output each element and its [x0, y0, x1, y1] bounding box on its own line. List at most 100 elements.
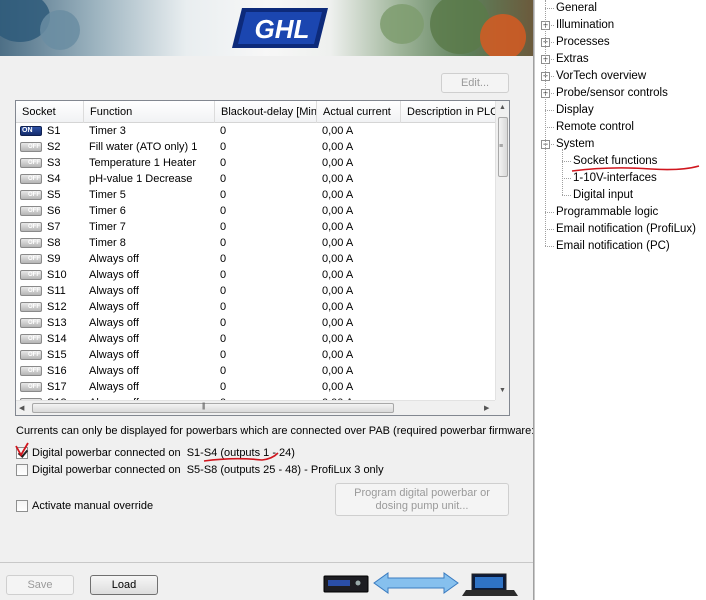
blackout-delay-cell[interactable]: 0 — [215, 299, 317, 315]
manual-override-checkbox[interactable] — [16, 500, 28, 512]
socket-toggle[interactable]: OFF — [20, 142, 42, 152]
description-cell[interactable] — [401, 203, 496, 219]
function-cell[interactable]: Timer 8 — [84, 235, 215, 251]
description-cell[interactable] — [401, 123, 496, 139]
blackout-delay-cell[interactable]: 0 — [215, 283, 317, 299]
function-cell[interactable]: Always off — [84, 283, 215, 299]
tree-item-email-notification-pc[interactable]: Email notification (PC) — [556, 238, 670, 255]
table-row[interactable]: OFF S13 Always off 0 0,00 A — [16, 315, 496, 331]
tree-item-processes[interactable]: Processes — [556, 34, 610, 51]
column-header-function[interactable]: Function — [84, 101, 215, 123]
column-header-actual-current[interactable]: Actual current — [317, 101, 401, 123]
tree-item-digital-input[interactable]: Digital input — [573, 187, 633, 204]
function-cell[interactable]: Timer 5 — [84, 187, 215, 203]
digital-powerbar-2-option[interactable]: Digital powerbar connected on S5-S8 (out… — [16, 463, 384, 477]
table-row[interactable]: OFF S17 Always off 0 0,00 A — [16, 379, 496, 395]
blackout-delay-cell[interactable]: 0 — [215, 155, 317, 171]
blackout-delay-cell[interactable]: 0 — [215, 123, 317, 139]
blackout-delay-cell[interactable]: 0 — [215, 347, 317, 363]
table-row[interactable]: OFF S6 Timer 6 0 0,00 A — [16, 203, 496, 219]
function-cell[interactable]: Always off — [84, 331, 215, 347]
tree-item-general[interactable]: General — [556, 0, 597, 17]
description-cell[interactable] — [401, 251, 496, 267]
blackout-delay-cell[interactable]: 0 — [215, 203, 317, 219]
description-cell[interactable] — [401, 347, 496, 363]
socket-toggle[interactable]: OFF — [20, 382, 42, 392]
description-cell[interactable] — [401, 219, 496, 235]
table-row[interactable]: OFF S4 pH-value 1 Decrease 0 0,00 A — [16, 171, 496, 187]
socket-toggle[interactable]: OFF — [20, 286, 42, 296]
table-row[interactable]: ON S1 Timer 3 0 0,00 A — [16, 123, 496, 139]
socket-toggle[interactable]: OFF — [20, 366, 42, 376]
function-cell[interactable]: Timer 7 — [84, 219, 215, 235]
socket-toggle[interactable]: OFF — [20, 158, 42, 168]
description-cell[interactable] — [401, 267, 496, 283]
column-header-blackout-delay[interactable]: Blackout-delay [Min] — [215, 101, 317, 123]
socket-toggle[interactable]: OFF — [20, 334, 42, 344]
socket-toggle[interactable]: OFF — [20, 302, 42, 312]
program-digital-powerbar-button[interactable]: Program digital powerbar or dosing pump … — [335, 483, 509, 516]
manual-override-option[interactable]: Activate manual override — [16, 499, 153, 513]
description-cell[interactable] — [401, 299, 496, 315]
description-cell[interactable] — [401, 283, 496, 299]
socket-toggle[interactable]: OFF — [20, 174, 42, 184]
table-row[interactable]: OFF S11 Always off 0 0,00 A — [16, 283, 496, 299]
blackout-delay-cell[interactable]: 0 — [215, 331, 317, 347]
description-cell[interactable] — [401, 235, 496, 251]
function-cell[interactable]: Always off — [84, 363, 215, 379]
digital-powerbar-2-checkbox[interactable] — [16, 464, 28, 476]
save-button[interactable]: Save — [6, 575, 74, 595]
tree-item-probe-sensor-controls[interactable]: Probe/sensor controls — [556, 85, 668, 102]
function-cell[interactable]: Always off — [84, 299, 215, 315]
table-row[interactable]: OFF S5 Timer 5 0 0,00 A — [16, 187, 496, 203]
tree-item-remote-control[interactable]: Remote control — [556, 119, 634, 136]
blackout-delay-cell[interactable]: 0 — [215, 363, 317, 379]
tree-item-vortech-overview[interactable]: VorTech overview — [556, 68, 646, 85]
tree-item-email-notification-profilux[interactable]: Email notification (ProfiLux) — [556, 221, 696, 238]
description-cell[interactable] — [401, 315, 496, 331]
function-cell[interactable]: Always off — [84, 267, 215, 283]
socket-toggle[interactable]: ON — [20, 126, 42, 136]
table-row[interactable]: OFF S16 Always off 0 0,00 A — [16, 363, 496, 379]
table-row[interactable]: OFF S3 Temperature 1 Heater 0 0,00 A — [16, 155, 496, 171]
scroll-up-arrow-icon[interactable]: ▲ — [499, 104, 506, 111]
description-cell[interactable] — [401, 155, 496, 171]
description-cell[interactable] — [401, 171, 496, 187]
load-button[interactable]: Load — [90, 575, 158, 595]
tree-item-programmable-logic[interactable]: Programmable logic — [556, 204, 658, 221]
blackout-delay-cell[interactable]: 0 — [215, 251, 317, 267]
function-cell[interactable]: Fill water (ATO only) 1 — [84, 139, 215, 155]
blackout-delay-cell[interactable]: 0 — [215, 379, 317, 395]
description-cell[interactable] — [401, 187, 496, 203]
table-row[interactable]: OFF S15 Always off 0 0,00 A — [16, 347, 496, 363]
table-row[interactable]: OFF S10 Always off 0 0,00 A — [16, 267, 496, 283]
socket-grid[interactable]: Socket Function Blackout-delay [Min] Act… — [15, 100, 510, 416]
description-cell[interactable] — [401, 379, 496, 395]
table-row[interactable]: OFF S8 Timer 8 0 0,00 A — [16, 235, 496, 251]
function-cell[interactable]: Always off — [84, 251, 215, 267]
blackout-delay-cell[interactable]: 0 — [215, 139, 317, 155]
tree-item-display[interactable]: Display — [556, 102, 594, 119]
function-cell[interactable]: Timer 3 — [84, 123, 215, 139]
function-cell[interactable]: Always off — [84, 315, 215, 331]
blackout-delay-cell[interactable]: 0 — [215, 219, 317, 235]
column-header-socket[interactable]: Socket — [16, 101, 84, 123]
socket-toggle[interactable]: OFF — [20, 238, 42, 248]
function-cell[interactable]: pH-value 1 Decrease — [84, 171, 215, 187]
tree-item-illumination[interactable]: Illumination — [556, 17, 614, 34]
scroll-down-arrow-icon[interactable]: ▼ — [499, 387, 506, 394]
blackout-delay-cell[interactable]: 0 — [215, 267, 317, 283]
table-row[interactable]: OFF S9 Always off 0 0,00 A — [16, 251, 496, 267]
table-row[interactable]: OFF S12 Always off 0 0,00 A — [16, 299, 496, 315]
socket-toggle[interactable]: OFF — [20, 254, 42, 264]
scroll-left-arrow-icon[interactable]: ◀ — [19, 404, 24, 412]
socket-toggle[interactable]: OFF — [20, 190, 42, 200]
socket-toggle[interactable]: OFF — [20, 222, 42, 232]
scroll-right-arrow-icon[interactable]: ▶ — [484, 404, 489, 412]
function-cell[interactable]: Timer 6 — [84, 203, 215, 219]
blackout-delay-cell[interactable]: 0 — [215, 171, 317, 187]
description-cell[interactable] — [401, 363, 496, 379]
description-cell[interactable] — [401, 331, 496, 347]
function-cell[interactable]: Temperature 1 Heater — [84, 155, 215, 171]
table-row[interactable]: OFF S7 Timer 7 0 0,00 A — [16, 219, 496, 235]
